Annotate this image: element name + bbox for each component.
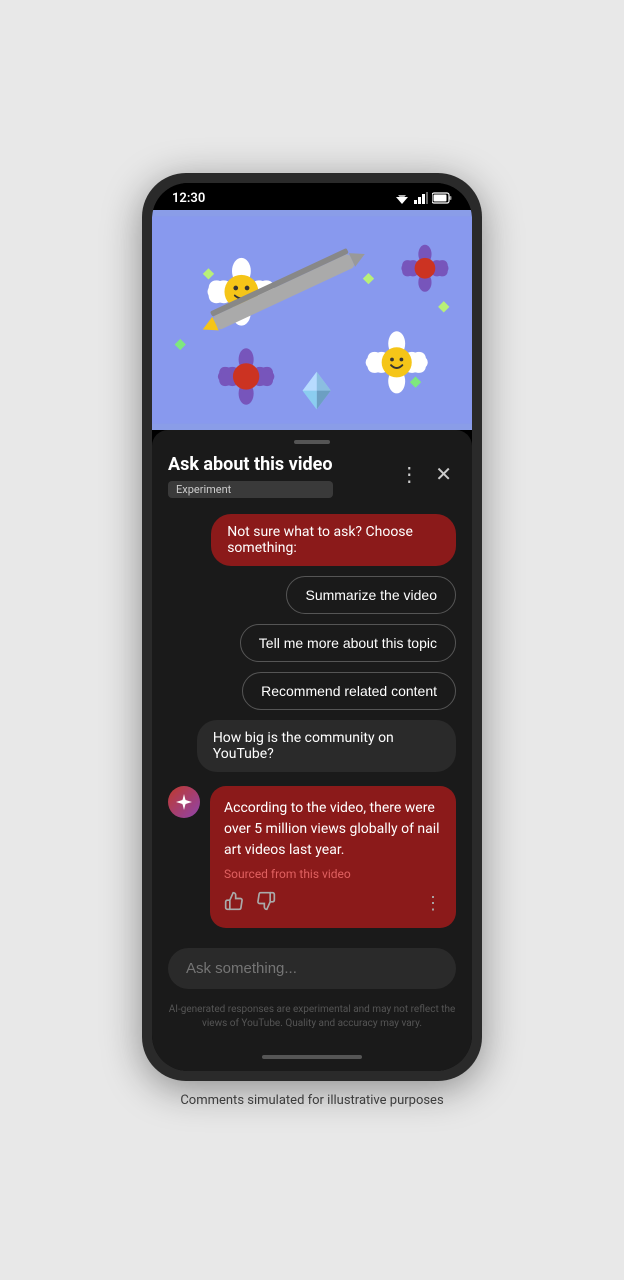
caption: Comments simulated for illustrative purp… xyxy=(180,1093,443,1108)
ai-sparkle-icon xyxy=(174,792,194,812)
input-area xyxy=(152,936,472,995)
ai-response-text: According to the video, there were over … xyxy=(224,798,442,861)
home-bar xyxy=(262,1055,362,1059)
suggestion-recommend[interactable]: Recommend related content xyxy=(242,672,456,710)
sheet-header: Ask about this video Experiment ⋮ ✕ xyxy=(152,450,472,506)
ai-bubble: According to the video, there were over … xyxy=(210,786,456,928)
system-message: Not sure what to ask? Choose something: xyxy=(211,514,456,566)
time: 12:30 xyxy=(172,191,205,206)
drag-handle-bar xyxy=(294,440,330,444)
ai-actions: ⋮ xyxy=(224,891,442,916)
ai-source: Sourced from this video xyxy=(224,867,442,881)
status-icons xyxy=(394,192,452,204)
thumbs-down-button[interactable] xyxy=(256,891,276,916)
ai-response-container: According to the video, there were over … xyxy=(168,786,456,928)
disclaimer: AI-generated responses are experimental … xyxy=(152,995,472,1047)
drag-handle[interactable] xyxy=(152,430,472,450)
reaction-buttons xyxy=(224,891,276,916)
chat-area: Not sure what to ask? Choose something: … xyxy=(152,506,472,936)
phone-screen: 12:30 xyxy=(152,183,472,1071)
wifi-icon xyxy=(394,192,410,204)
home-indicator xyxy=(152,1047,472,1071)
suggestion-summarize[interactable]: Summarize the video xyxy=(286,576,456,614)
phone-frame: 12:30 xyxy=(142,173,482,1081)
ai-avatar xyxy=(168,786,200,818)
chat-input[interactable] xyxy=(168,948,456,989)
bottom-sheet: Ask about this video Experiment ⋮ ✕ Not … xyxy=(152,430,472,1071)
header-actions: ⋮ ✕ xyxy=(395,458,456,491)
battery-icon xyxy=(432,192,452,204)
status-bar: 12:30 xyxy=(152,183,472,210)
title-area: Ask about this video Experiment xyxy=(168,454,333,498)
more-options-button[interactable]: ⋮ xyxy=(395,458,423,491)
experiment-badge: Experiment xyxy=(168,481,333,498)
thumbs-up-icon xyxy=(224,891,244,911)
response-more-button[interactable]: ⋮ xyxy=(424,893,442,914)
thumbs-down-icon xyxy=(256,891,276,911)
suggestion-more-topic[interactable]: Tell me more about this topic xyxy=(240,624,456,662)
user-message: How big is the community on YouTube? xyxy=(197,720,456,772)
video-player[interactable] xyxy=(152,210,472,430)
video-thumbnail xyxy=(152,210,472,430)
sheet-title: Ask about this video xyxy=(168,454,333,475)
thumbs-up-button[interactable] xyxy=(224,891,244,916)
signal-icon xyxy=(414,192,428,204)
close-button[interactable]: ✕ xyxy=(431,458,456,491)
